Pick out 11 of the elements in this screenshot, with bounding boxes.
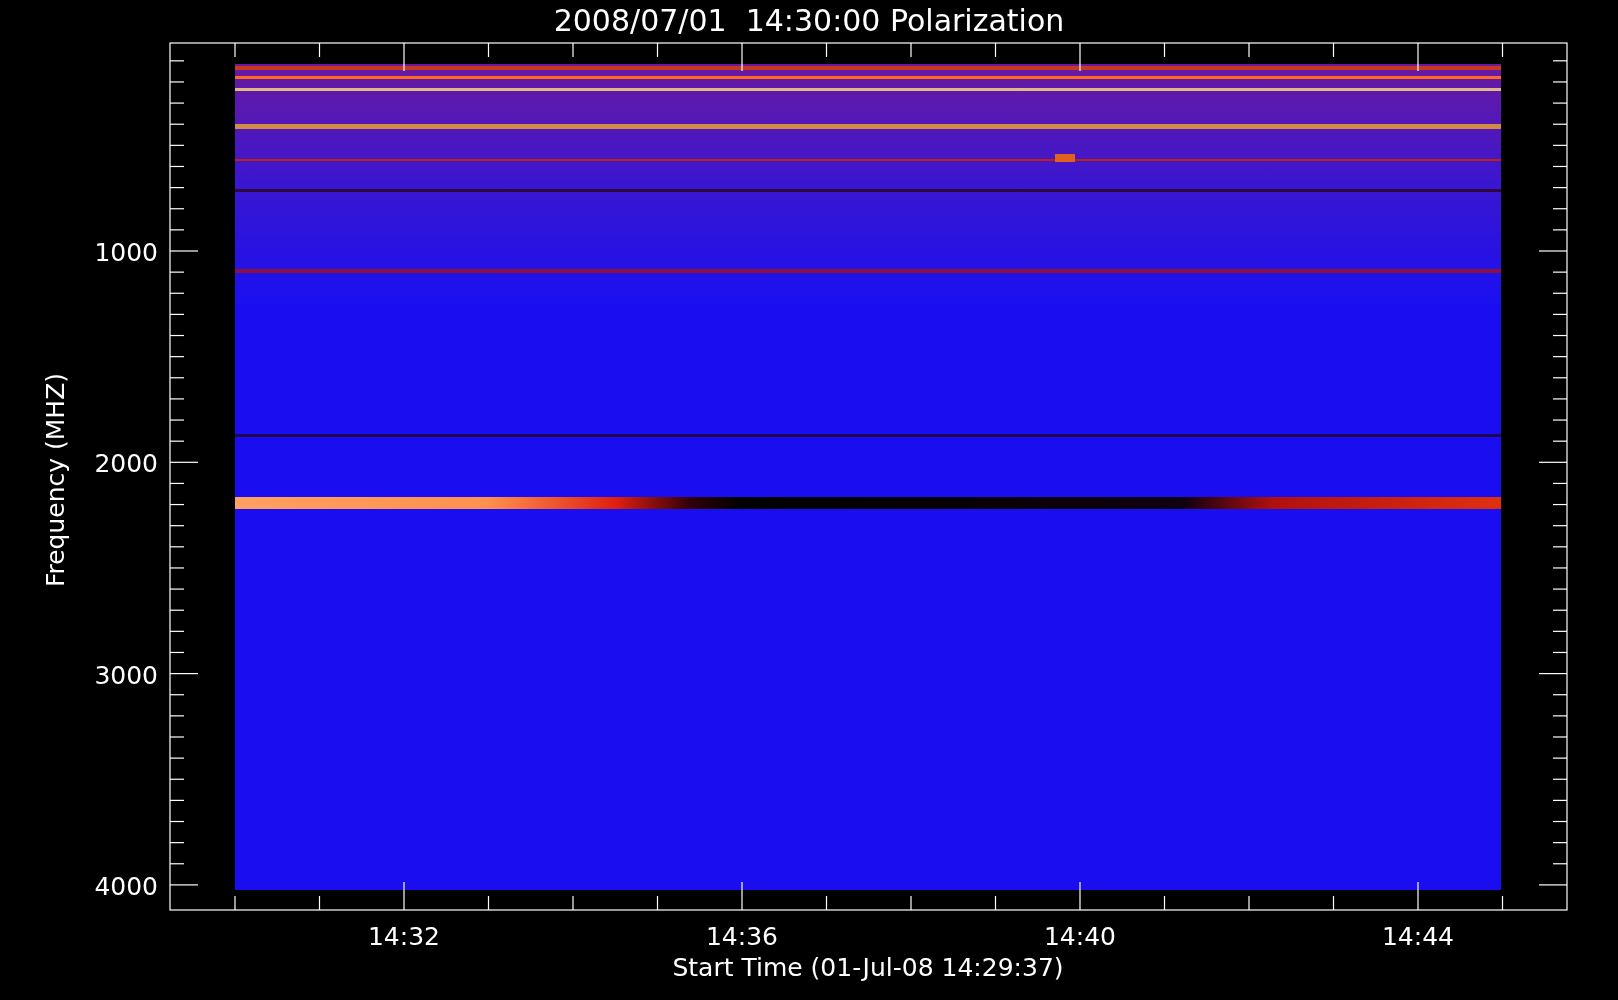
y-tick-label: 2000	[94, 449, 158, 479]
x-axis-label: Start Time (01-Jul-08 14:29:37)	[672, 953, 1064, 982]
x-tick-label: 14:40	[1044, 922, 1116, 951]
y-tick-label: 4000	[94, 871, 158, 901]
y-tick-label: 1000	[94, 238, 158, 267]
chart-title: 2008/07/01 14:30:00 Polarization	[553, 3, 1065, 38]
x-tick-label: 14:36	[706, 922, 778, 951]
x-tick-label: 14:44	[1382, 922, 1454, 951]
y-axis-label: Frequency (MHZ)	[41, 372, 70, 588]
x-tick-label: 14:32	[368, 922, 440, 951]
y-tick-label: 3000	[94, 660, 158, 690]
